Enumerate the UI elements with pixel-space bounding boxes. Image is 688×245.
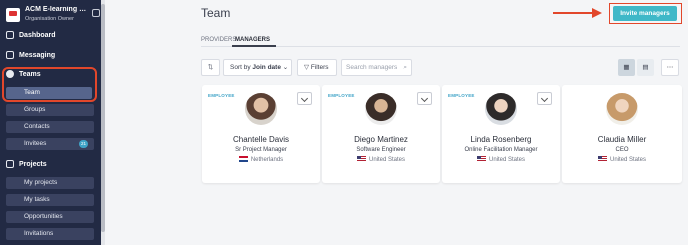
dashboard-icon <box>6 31 14 39</box>
sidebar-item-invitees[interactable]: Invitees 21 <box>6 138 94 150</box>
manager-country: United States <box>322 156 440 163</box>
projects-icon <box>6 160 14 168</box>
manager-country-label: Netherlands <box>250 157 284 163</box>
manager-card[interactable]: EMPLOYEE Diego Martinez Software Enginee… <box>322 85 440 183</box>
manager-role: Online Facilitation Manager <box>464 147 538 153</box>
invite-managers-button[interactable]: Invite managers <box>613 6 677 21</box>
manager-card[interactable]: EMPLOYEE Chantelle Davis Sr Project Mana… <box>202 85 320 183</box>
nav-messaging[interactable]: Messaging <box>6 51 55 59</box>
invitees-count-badge: 21 <box>79 140 88 148</box>
org-name: ACM E-learning S... <box>25 6 89 13</box>
sidebar-item-groups[interactable]: Groups <box>6 104 94 116</box>
sidebar-item-invitees-label: Invitees <box>24 140 47 147</box>
manager-card[interactable]: Claudia Miller CEO United States <box>562 85 682 183</box>
sort-select[interactable]: Sort by Join date ⌄ <box>223 59 292 76</box>
avatar <box>606 93 638 125</box>
more-icon: ⋯ <box>666 64 674 71</box>
sidebar-item-my-tasks[interactable]: My tasks <box>6 194 94 206</box>
manager-name[interactable]: Chantelle Davis <box>202 135 320 144</box>
org-switcher[interactable]: ACM E-learning S... Organisation Owner <box>6 6 100 24</box>
netherlands-flag-icon <box>238 156 248 162</box>
annotation-arrow <box>553 12 593 14</box>
search-placeholder: Search managers <box>346 64 398 71</box>
page-title: Team <box>201 6 231 20</box>
search-input[interactable]: Search managers ⌕ <box>341 59 412 76</box>
employee-tag: EMPLOYEE <box>208 93 235 98</box>
active-tab-underline <box>232 45 276 47</box>
grid-icon: ▦ <box>623 64 630 71</box>
sidebar-item-opportunities[interactable]: Opportunities <box>6 211 94 223</box>
manager-country-label: United States <box>488 157 526 163</box>
manager-name[interactable]: Linda Rosenberg <box>442 135 560 144</box>
us-flag-icon <box>356 156 366 162</box>
manager-role: Sr Project Manager <box>235 147 287 153</box>
avatar <box>245 93 277 125</box>
us-flag-icon <box>597 156 607 162</box>
avatar <box>485 93 517 125</box>
manager-role: Software Engineer <box>356 147 406 153</box>
messaging-icon <box>6 51 14 59</box>
nav-projects[interactable]: Projects <box>6 160 47 168</box>
manager-role: CEO <box>615 147 629 153</box>
scrollbar-thumb[interactable] <box>101 4 105 232</box>
sidebar-item-invitations[interactable]: Invitations <box>6 228 94 240</box>
avatar <box>365 93 397 125</box>
nav-dashboard-label: Dashboard <box>19 31 56 39</box>
annotation-highlight-teams <box>2 67 97 102</box>
manager-country: United States <box>562 156 682 163</box>
list-view-button[interactable]: ▤ <box>637 59 654 76</box>
nav-dashboard[interactable]: Dashboard <box>6 31 56 39</box>
tab-providers[interactable]: PROVIDERS <box>201 37 236 43</box>
nav-projects-label: Projects <box>19 160 47 168</box>
manager-country-label: United States <box>609 157 647 163</box>
card-menu-dropdown[interactable] <box>297 92 312 105</box>
manager-country-label: United States <box>368 157 406 163</box>
card-menu-dropdown[interactable] <box>417 92 432 105</box>
annotation-arrow-head <box>592 8 602 18</box>
org-role: Organisation Owner <box>25 16 74 22</box>
card-menu-dropdown[interactable] <box>537 92 552 105</box>
manager-card[interactable]: EMPLOYEE Linda Rosenberg Online Facilita… <box>442 85 560 183</box>
sort-value: Join date <box>252 64 281 71</box>
more-options-button[interactable]: ⋯ <box>661 59 679 76</box>
manager-name[interactable]: Diego Martinez <box>322 135 440 144</box>
chevron-down-icon: ⌄ <box>282 64 289 71</box>
switch-org-icon[interactable] <box>92 9 100 17</box>
sidebar-item-my-projects[interactable]: My projects <box>6 177 94 189</box>
employee-tag: EMPLOYEE <box>328 93 355 98</box>
sort-order-icon[interactable]: ⇅ <box>201 59 220 76</box>
manager-name[interactable]: Claudia Miller <box>562 135 682 144</box>
employee-tag: EMPLOYEE <box>448 93 475 98</box>
sidebar: ACM E-learning S... Organisation Owner D… <box>0 0 103 245</box>
sidebar-scrollbar[interactable] <box>101 0 105 245</box>
org-logo <box>6 8 20 22</box>
grid-view-button[interactable]: ▦ <box>618 59 635 76</box>
filters-label: Filters <box>310 64 329 71</box>
manager-country: Netherlands <box>202 156 320 163</box>
sidebar-item-contacts[interactable]: Contacts <box>6 121 94 133</box>
sort-prefix: Sort by <box>230 64 253 71</box>
filters-button[interactable]: ▽ Filters <box>297 59 337 76</box>
nav-messaging-label: Messaging <box>19 51 56 59</box>
search-icon: ⌕ <box>403 64 407 71</box>
manager-country: United States <box>442 156 560 163</box>
filter-icon: ▽ <box>304 64 309 71</box>
tab-managers[interactable]: MANAGERS <box>235 37 270 43</box>
us-flag-icon <box>476 156 486 162</box>
table-icon: ▤ <box>642 64 649 71</box>
